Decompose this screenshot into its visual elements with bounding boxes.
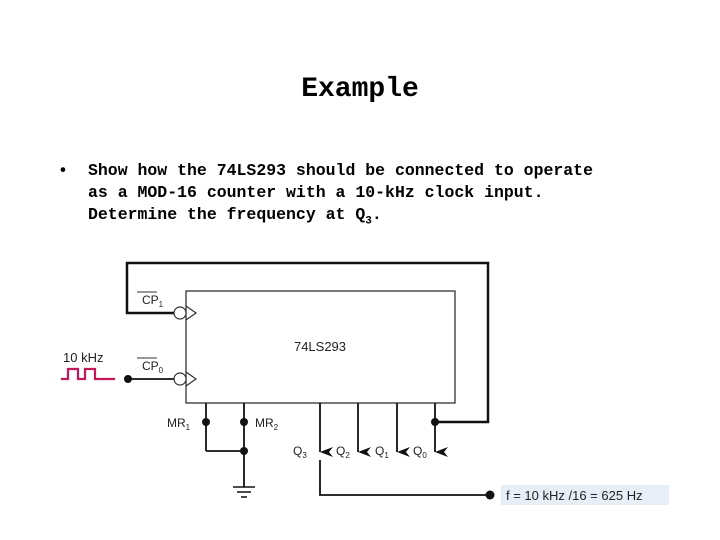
mr1-label-sub: 1 (186, 423, 191, 432)
q1-label: Q1 (375, 444, 389, 460)
q0-junction-dot (431, 418, 439, 426)
cp1-inversion-bubble (173, 306, 187, 320)
q2-label-text: Q (336, 444, 345, 458)
result-label: f = 10 kHz /16 = 625 Hz (506, 488, 643, 503)
chip-label: 74LS293 (294, 339, 346, 354)
mr2-label-text: MR (255, 416, 274, 430)
clock-waveform-icon (61, 367, 115, 381)
counter-diagram: 74LS293 CP1 CP0 10 kHz MR1 MR2 Q3 Q2 Q1 … (61, 261, 669, 505)
cp1-label: CP1 (142, 293, 164, 309)
cp0-label: CP0 (142, 359, 164, 375)
mr1-dot (202, 418, 210, 426)
q0-label-sub: 0 (422, 451, 427, 460)
q1-label-text: Q (375, 444, 384, 458)
mr1-label: MR1 (167, 416, 191, 432)
cp1-label-text: CP (142, 293, 159, 307)
q3-label-text: Q (293, 444, 302, 458)
cp0-label-sub: 0 (159, 366, 164, 375)
cp1-label-sub: 1 (159, 300, 164, 309)
clock-frequency-label: 10 kHz (63, 350, 103, 365)
mr-junction-dot (240, 447, 248, 455)
q3-label: Q3 (293, 444, 307, 460)
mr2-label: MR2 (255, 416, 279, 432)
mr2-dot (240, 418, 248, 426)
ground-icon (233, 486, 255, 498)
q0-label: Q0 (413, 444, 427, 460)
mr2-label-sub: 2 (274, 423, 279, 432)
mr1-label-text: MR (167, 416, 186, 430)
q0-label-text: Q (413, 444, 422, 458)
result-dot (485, 490, 495, 500)
cp0-label-text: CP (142, 359, 159, 373)
q2-label-sub: 2 (345, 451, 350, 460)
cp0-inversion-bubble (173, 372, 187, 386)
q3-result-wire (319, 460, 490, 496)
q3-label-sub: 3 (302, 451, 307, 460)
q2-label: Q2 (336, 444, 350, 460)
q1-label-sub: 1 (384, 451, 389, 460)
cp0-junction-dot (124, 375, 132, 383)
